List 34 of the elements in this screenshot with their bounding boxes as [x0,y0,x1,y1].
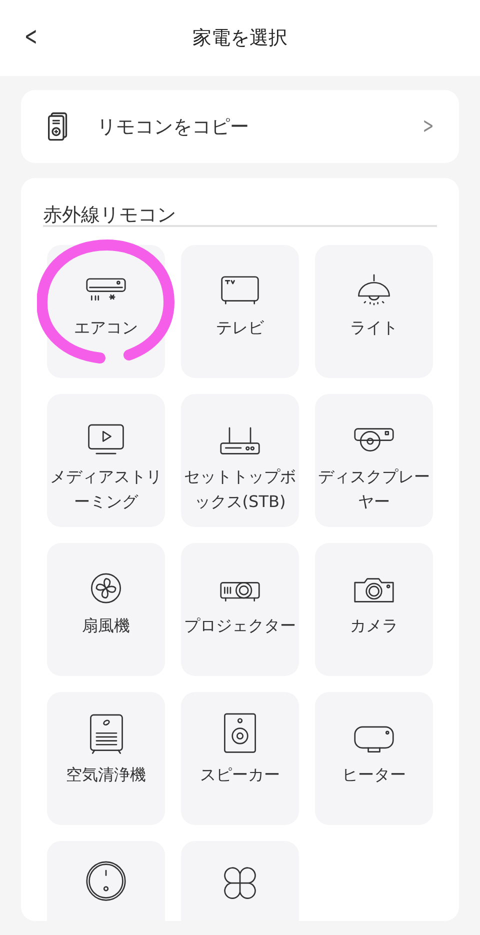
chevron-icon: > [422,114,434,139]
appliance-tile[interactable]: 扇風機 [47,543,165,676]
appliance-tile[interactable]: セットトップボックス(STB) [181,394,299,527]
heater-icon [352,725,396,754]
appliance-tile[interactable]: カメラ [315,543,433,676]
robot-vacuum-icon [84,860,128,903]
appliance-tile[interactable]: テレビ [181,245,299,378]
appliance-label: カメラ [349,615,399,637]
copy-remote-row[interactable]: リモコンをコピー > [21,90,459,163]
screen-title: 家電を選択 [192,26,288,51]
appliance-tile[interactable]: スピーカー [181,692,299,825]
appliance-tile[interactable]: プロジェクター [181,543,299,676]
appliance-label: 空気清浄機 [65,764,147,786]
appliance-label: ライト [349,317,399,339]
appliance-tile[interactable]: ヒーター [315,692,433,825]
appliance-label: セットトップボックス(STB) [183,466,297,513]
appliance-tile[interactable]: ライト [315,245,433,378]
appliance-tile[interactable]: 空気清浄機 [47,692,165,825]
copy-remote-label: リモコンをコピー [97,114,250,140]
back-button[interactable]: < [20,22,42,52]
section-heading: 赤外線リモコン [43,203,177,225]
remote-copy-icon [47,112,69,142]
router-icon [218,425,262,456]
appliance-label: プロジェクター [183,615,297,637]
appliance-label: エアコン [73,317,139,339]
appliance-label: ヒーター [341,764,407,786]
tv-icon [218,274,262,307]
appliance-label: テレビ [215,317,265,339]
appliance-label: スピーカー [199,764,281,786]
appliance-tile[interactable]: メディアストリーミング [47,394,165,527]
appliance-label: 扇風機 [81,615,131,637]
appliance-label: ディスクプレーヤー [317,466,431,513]
appliance-tile[interactable]: ディスクプレーヤー [315,394,433,527]
appliance-label: メディアストリーミング [49,466,163,513]
